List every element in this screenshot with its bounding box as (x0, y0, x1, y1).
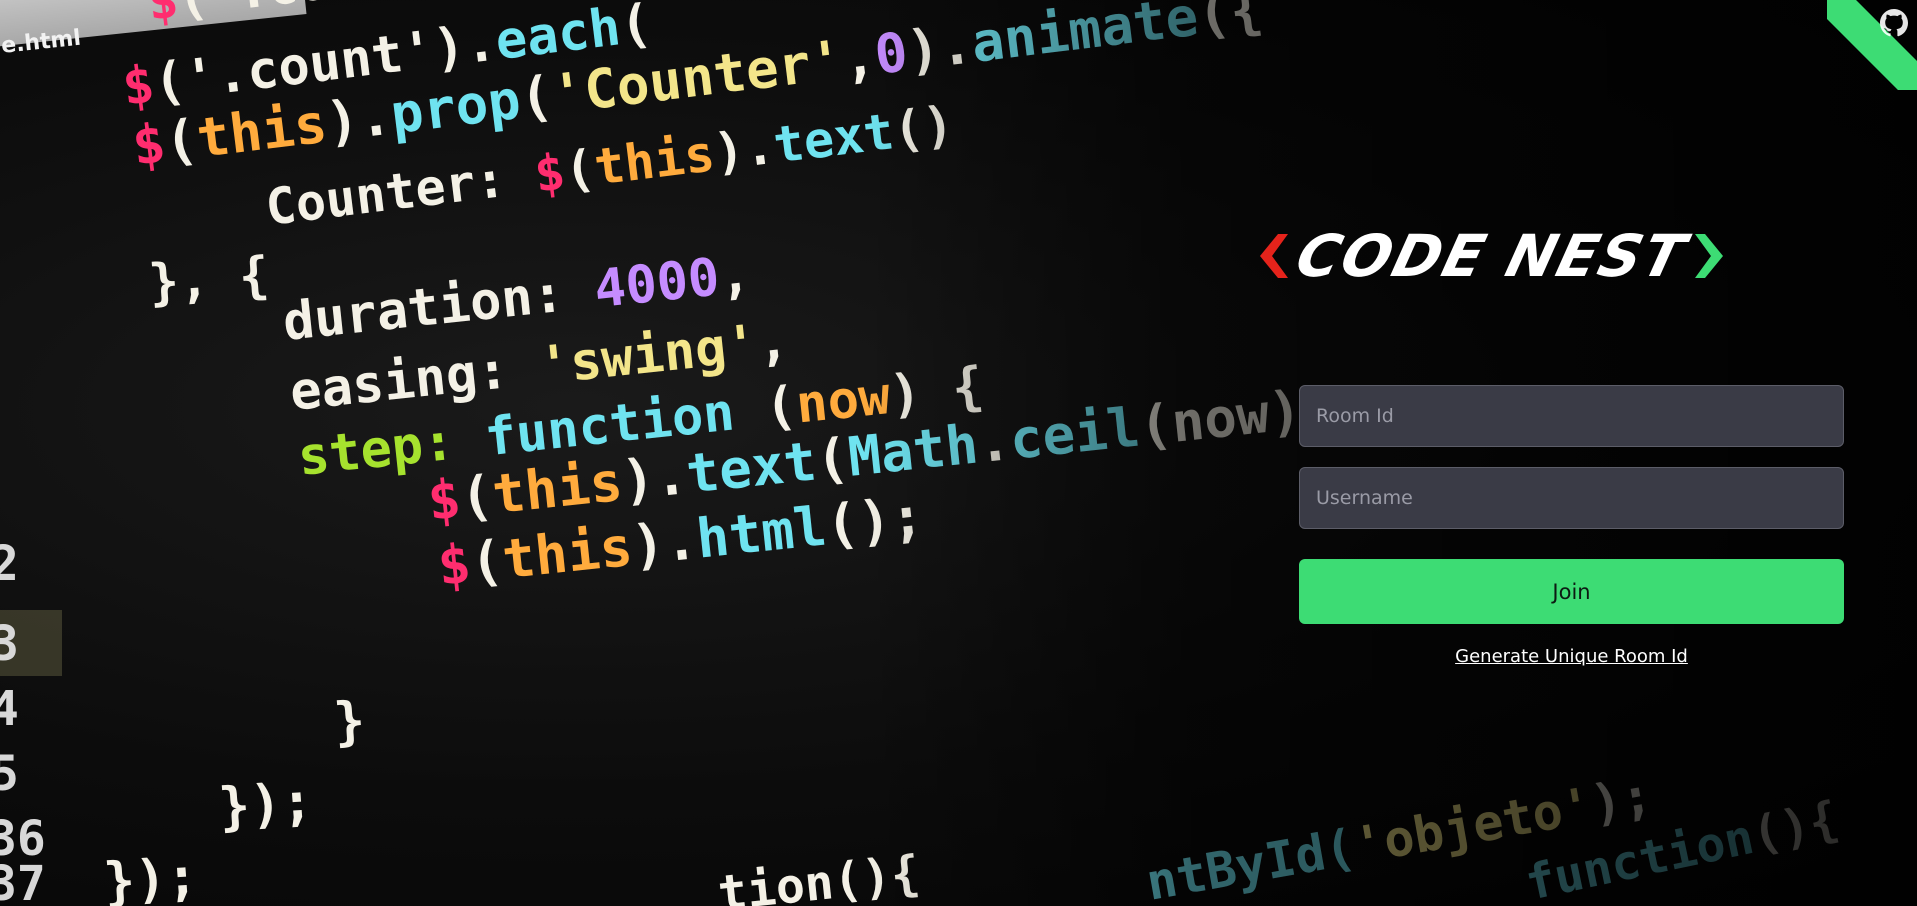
code-token: ). (711, 117, 778, 182)
code-token: () (890, 95, 957, 160)
code-token: 'swing' (536, 314, 760, 397)
code-token: ). (323, 84, 395, 154)
code-token: easing: (287, 337, 542, 423)
code-token: html (693, 494, 829, 570)
line-number: 37 (0, 856, 46, 906)
right-bracket-icon (1695, 234, 1724, 278)
code-token: }, { (147, 246, 271, 312)
left-bracket-icon (1260, 234, 1288, 278)
code-line: Counter: $(this).text() (262, 95, 956, 237)
logo-text: CODE NEST (1289, 222, 1694, 290)
code-line: duration: 4000, (280, 244, 753, 353)
code-token: step: (295, 409, 488, 488)
code-token: ( (731, 376, 800, 442)
code-line: step: function (now) { (295, 356, 986, 488)
line-number: 2 (0, 536, 19, 592)
code-token: $ (119, 55, 157, 118)
code-line: easing: 'swing', (287, 311, 791, 423)
generate-room-id-link[interactable]: Generate Unique Room Id (1299, 646, 1844, 667)
code-token: animate (968, 0, 1202, 75)
code-token: each (492, 0, 624, 72)
code-token: ntById( (1142, 818, 1360, 906)
code-token: } (332, 691, 367, 753)
join-page: e.html $('.count').each(function () {$('… (0, 0, 1917, 906)
code-token: this (591, 124, 718, 196)
code-token: . (974, 409, 1013, 475)
code-token: ( (467, 528, 506, 594)
join-button[interactable]: Join (1299, 559, 1844, 624)
code-line: }); (217, 772, 315, 838)
code-token: ); (1587, 766, 1656, 834)
code-line: $(this).prop('Counter',0).animate({ (129, 0, 1266, 178)
gutter-highlight (0, 610, 62, 676)
join-room-form: Join Generate Unique Room Id (1299, 385, 1844, 667)
code-token: duration: (280, 261, 598, 353)
username-input[interactable] (1299, 467, 1844, 529)
code-token: 'objeto' (1350, 776, 1597, 875)
code-token: , (839, 24, 879, 90)
code-token: ). (619, 443, 690, 512)
code-token: now (793, 366, 893, 436)
code-token: $ (129, 111, 169, 177)
code-token: function (482, 382, 737, 468)
room-id-input[interactable] (1299, 385, 1844, 447)
code-token: text (770, 102, 897, 174)
code-token: Math (845, 412, 981, 488)
code-token: (){ (1747, 791, 1843, 864)
code-token: $ (435, 532, 474, 598)
code-token: this (489, 450, 625, 526)
line-number: 36 (0, 811, 46, 867)
code-token: Counter: (262, 146, 538, 237)
github-cat-icon (1880, 9, 1908, 37)
code-token: ). (903, 12, 975, 82)
code-line: function(){ (1521, 791, 1844, 906)
code-line: $(this).html(); (435, 484, 927, 598)
code-token: prop (387, 68, 524, 146)
code-token: 0 (871, 20, 911, 86)
code-token: ( (561, 139, 598, 200)
github-corner[interactable] (1827, 0, 1917, 90)
code-token: , (716, 244, 753, 307)
code-token: , (754, 311, 791, 374)
line-number: 4 (0, 681, 19, 737)
code-line: }, { (147, 246, 271, 312)
code-token: $ (425, 467, 464, 533)
code-token: }); (102, 847, 200, 906)
code-token: ). (629, 508, 700, 577)
code-nest-logo: CODE NEST (1258, 222, 1822, 290)
code-line: }); (102, 847, 200, 906)
code-token: this (499, 515, 635, 591)
code-token: text (683, 429, 819, 505)
code-token: ( (516, 64, 556, 130)
code-token: ceil (1007, 396, 1143, 472)
code-token: ( (813, 426, 852, 492)
code-token: ({ (1194, 0, 1266, 47)
code-token: ('.count'). (150, 13, 499, 115)
code-token: tion(){ (715, 845, 922, 906)
code-line: } (332, 691, 367, 753)
line-number: 5 (0, 746, 19, 802)
code-token: $ (531, 143, 568, 204)
code-line: $(this).text(Math.ceil(now)); (425, 372, 1369, 533)
code-line: tion(){ (715, 845, 922, 906)
code-token: 'Counter' (548, 28, 846, 126)
code-token: ( (457, 463, 496, 529)
code-token: 4000 (591, 247, 722, 320)
code-token: (); (823, 484, 927, 557)
code-token: function (1521, 809, 1759, 906)
code-token: ( (616, 0, 654, 57)
code-token: ) { (887, 356, 987, 425)
code-token: this (193, 92, 330, 170)
code-token: ( (161, 107, 201, 173)
code-line: ntById('objeto'); (1142, 766, 1656, 906)
code-token: }); (217, 772, 315, 838)
